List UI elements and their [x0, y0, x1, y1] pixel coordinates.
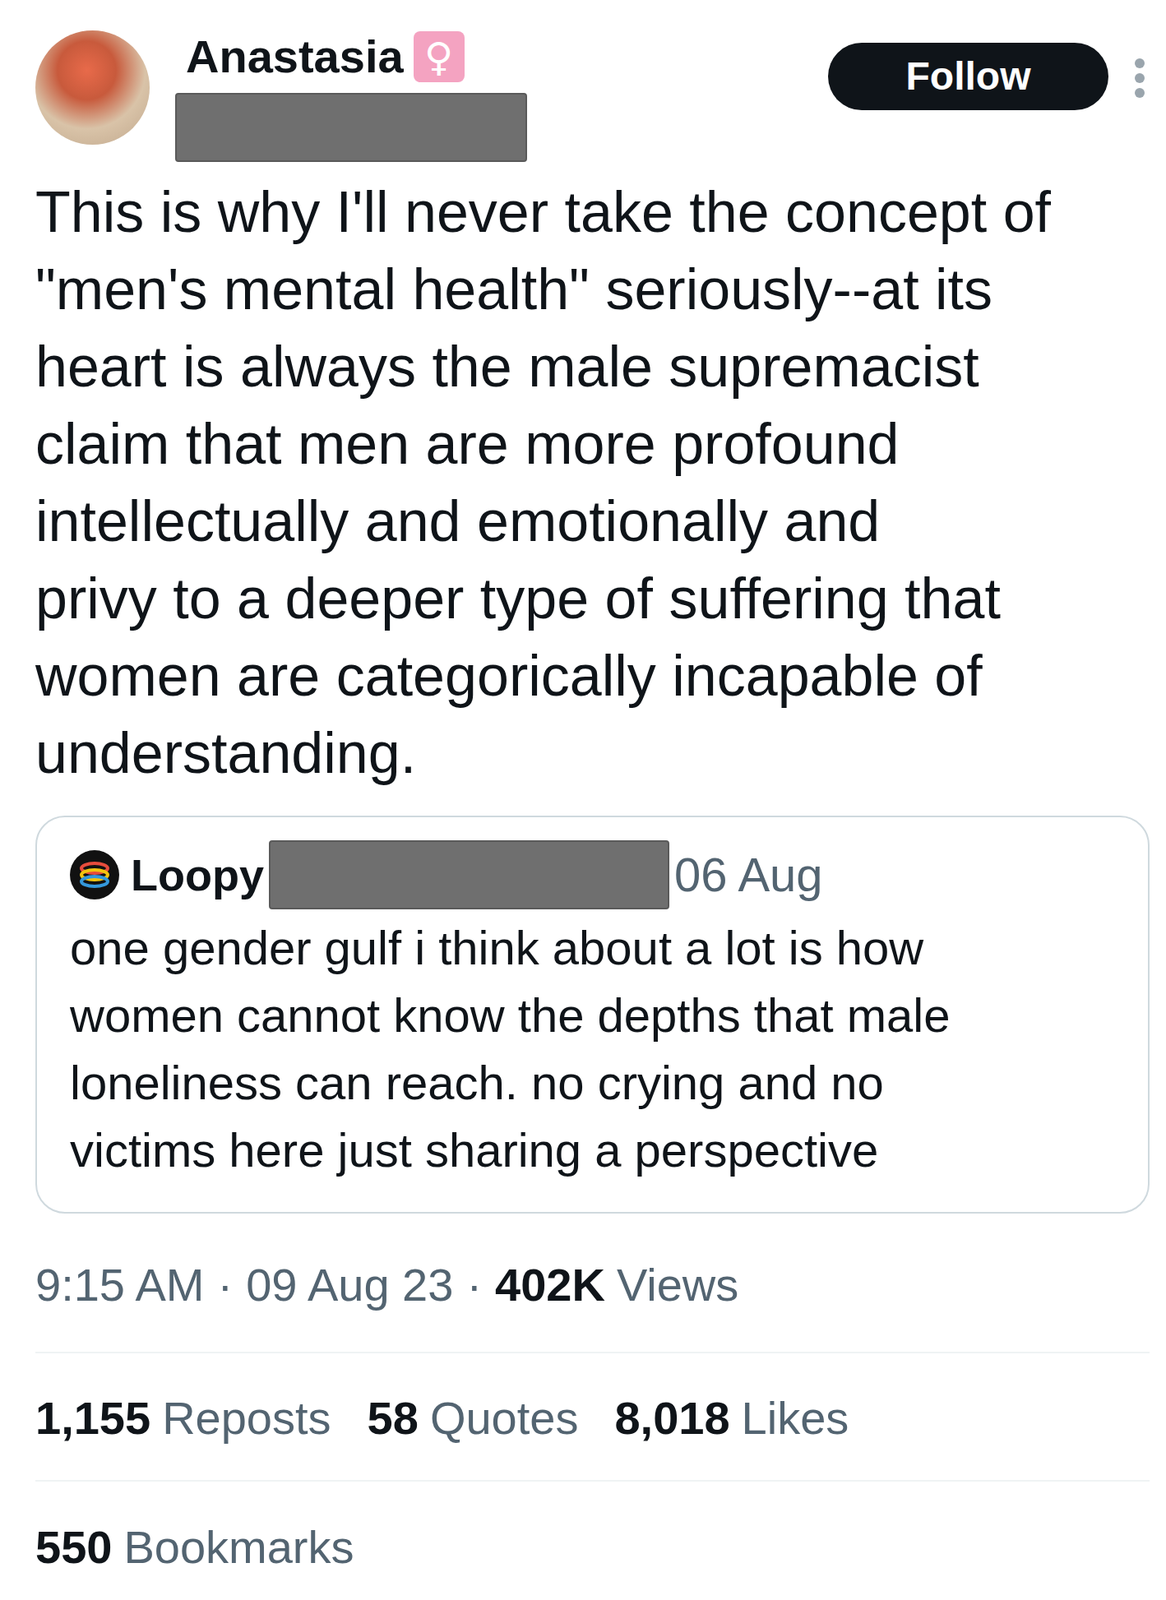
post-text-line: "men's mental health" seriously--at its	[35, 250, 1150, 329]
stat-item[interactable]: 1,155Reposts	[35, 1389, 332, 1448]
avatar-image[interactable]	[35, 30, 150, 145]
quoted-author-avatar[interactable]	[69, 850, 120, 900]
quoted-text-line: women cannot know the depths that male	[69, 981, 1124, 1050]
bookmarks-count: 550	[35, 1518, 112, 1577]
post-meta: 9:15 AM·09 Aug 23·402KViews	[35, 1256, 1150, 1315]
stat-label: Quotes	[430, 1389, 579, 1448]
more-options-icon	[1129, 53, 1150, 103]
redaction-block	[268, 840, 670, 910]
divider	[35, 1351, 1150, 1354]
post-text: This is why I'll never take the concept …	[35, 173, 1150, 792]
post-stats: 1,155Reposts 58Quotes 8,018Likes	[35, 1389, 1150, 1448]
bookmarks-label: Bookmarks	[123, 1518, 354, 1577]
post-text-line: women are categorically incapable of	[35, 637, 1150, 715]
bookmarks-stat[interactable]: 550Bookmarks	[35, 1518, 1150, 1577]
follow-button[interactable]: Follow	[828, 42, 1109, 111]
more-options-button[interactable]	[1129, 53, 1150, 103]
stat-item[interactable]: 58Quotes	[367, 1389, 579, 1448]
meta-separator: ·	[466, 1256, 482, 1315]
quoted-text-line: loneliness can reach. no crying and no	[69, 1049, 1124, 1117]
author-name-row: Anastasia♀	[185, 30, 528, 84]
post-text-line: intellectually and emotionally and	[35, 482, 1150, 560]
post-text-line: claim that men are more profound	[35, 405, 1150, 483]
author-block: Anastasia♀	[185, 30, 528, 162]
loopy-avatar-icon	[69, 850, 120, 900]
quoted-text-line: victims here just sharing a perspective	[69, 1116, 1124, 1185]
author-badge: ♀	[413, 31, 465, 83]
redaction-block	[175, 92, 528, 162]
quoted-text-line: one gender gulf i think about a lot is h…	[69, 914, 1124, 982]
quoted-post-card[interactable]: Loopy 06 Aug one gender gulf i think about…	[35, 815, 1150, 1214]
quoted-post-text: one gender gulf i think about a lot is h…	[69, 914, 1124, 1185]
post-text-line: heart is always the male supremacist	[35, 328, 1150, 406]
views-count: 402K	[495, 1256, 606, 1315]
stat-label: Reposts	[161, 1389, 331, 1448]
post-header: Anastasia♀ Follow	[35, 30, 1150, 162]
divider	[35, 1480, 1150, 1482]
quoted-author-name[interactable]: Loopy	[130, 848, 264, 902]
stat-count: 8,018	[614, 1389, 730, 1448]
author-name[interactable]: Anastasia	[185, 30, 404, 84]
views: 402KViews	[495, 1256, 739, 1315]
post-date[interactable]: 09 Aug 23	[245, 1256, 454, 1315]
meta-separator: ·	[217, 1256, 233, 1315]
quoted-post-date: 06 Aug	[674, 848, 824, 902]
post-text-line: This is why I'll never take the concept …	[35, 173, 1150, 251]
stat-item[interactable]: 8,018Likes	[614, 1389, 849, 1448]
post-time[interactable]: 9:15 AM	[35, 1256, 204, 1315]
stat-count: 58	[367, 1389, 419, 1448]
stat-count: 1,155	[35, 1389, 151, 1448]
post-text-line: understanding.	[35, 714, 1150, 792]
stat-label: Likes	[741, 1389, 850, 1448]
quoted-post-header: Loopy 06 Aug	[69, 840, 1124, 910]
post-text-line: privy to a deeper type of suffering that	[35, 559, 1150, 638]
views-label: Views	[616, 1256, 739, 1315]
